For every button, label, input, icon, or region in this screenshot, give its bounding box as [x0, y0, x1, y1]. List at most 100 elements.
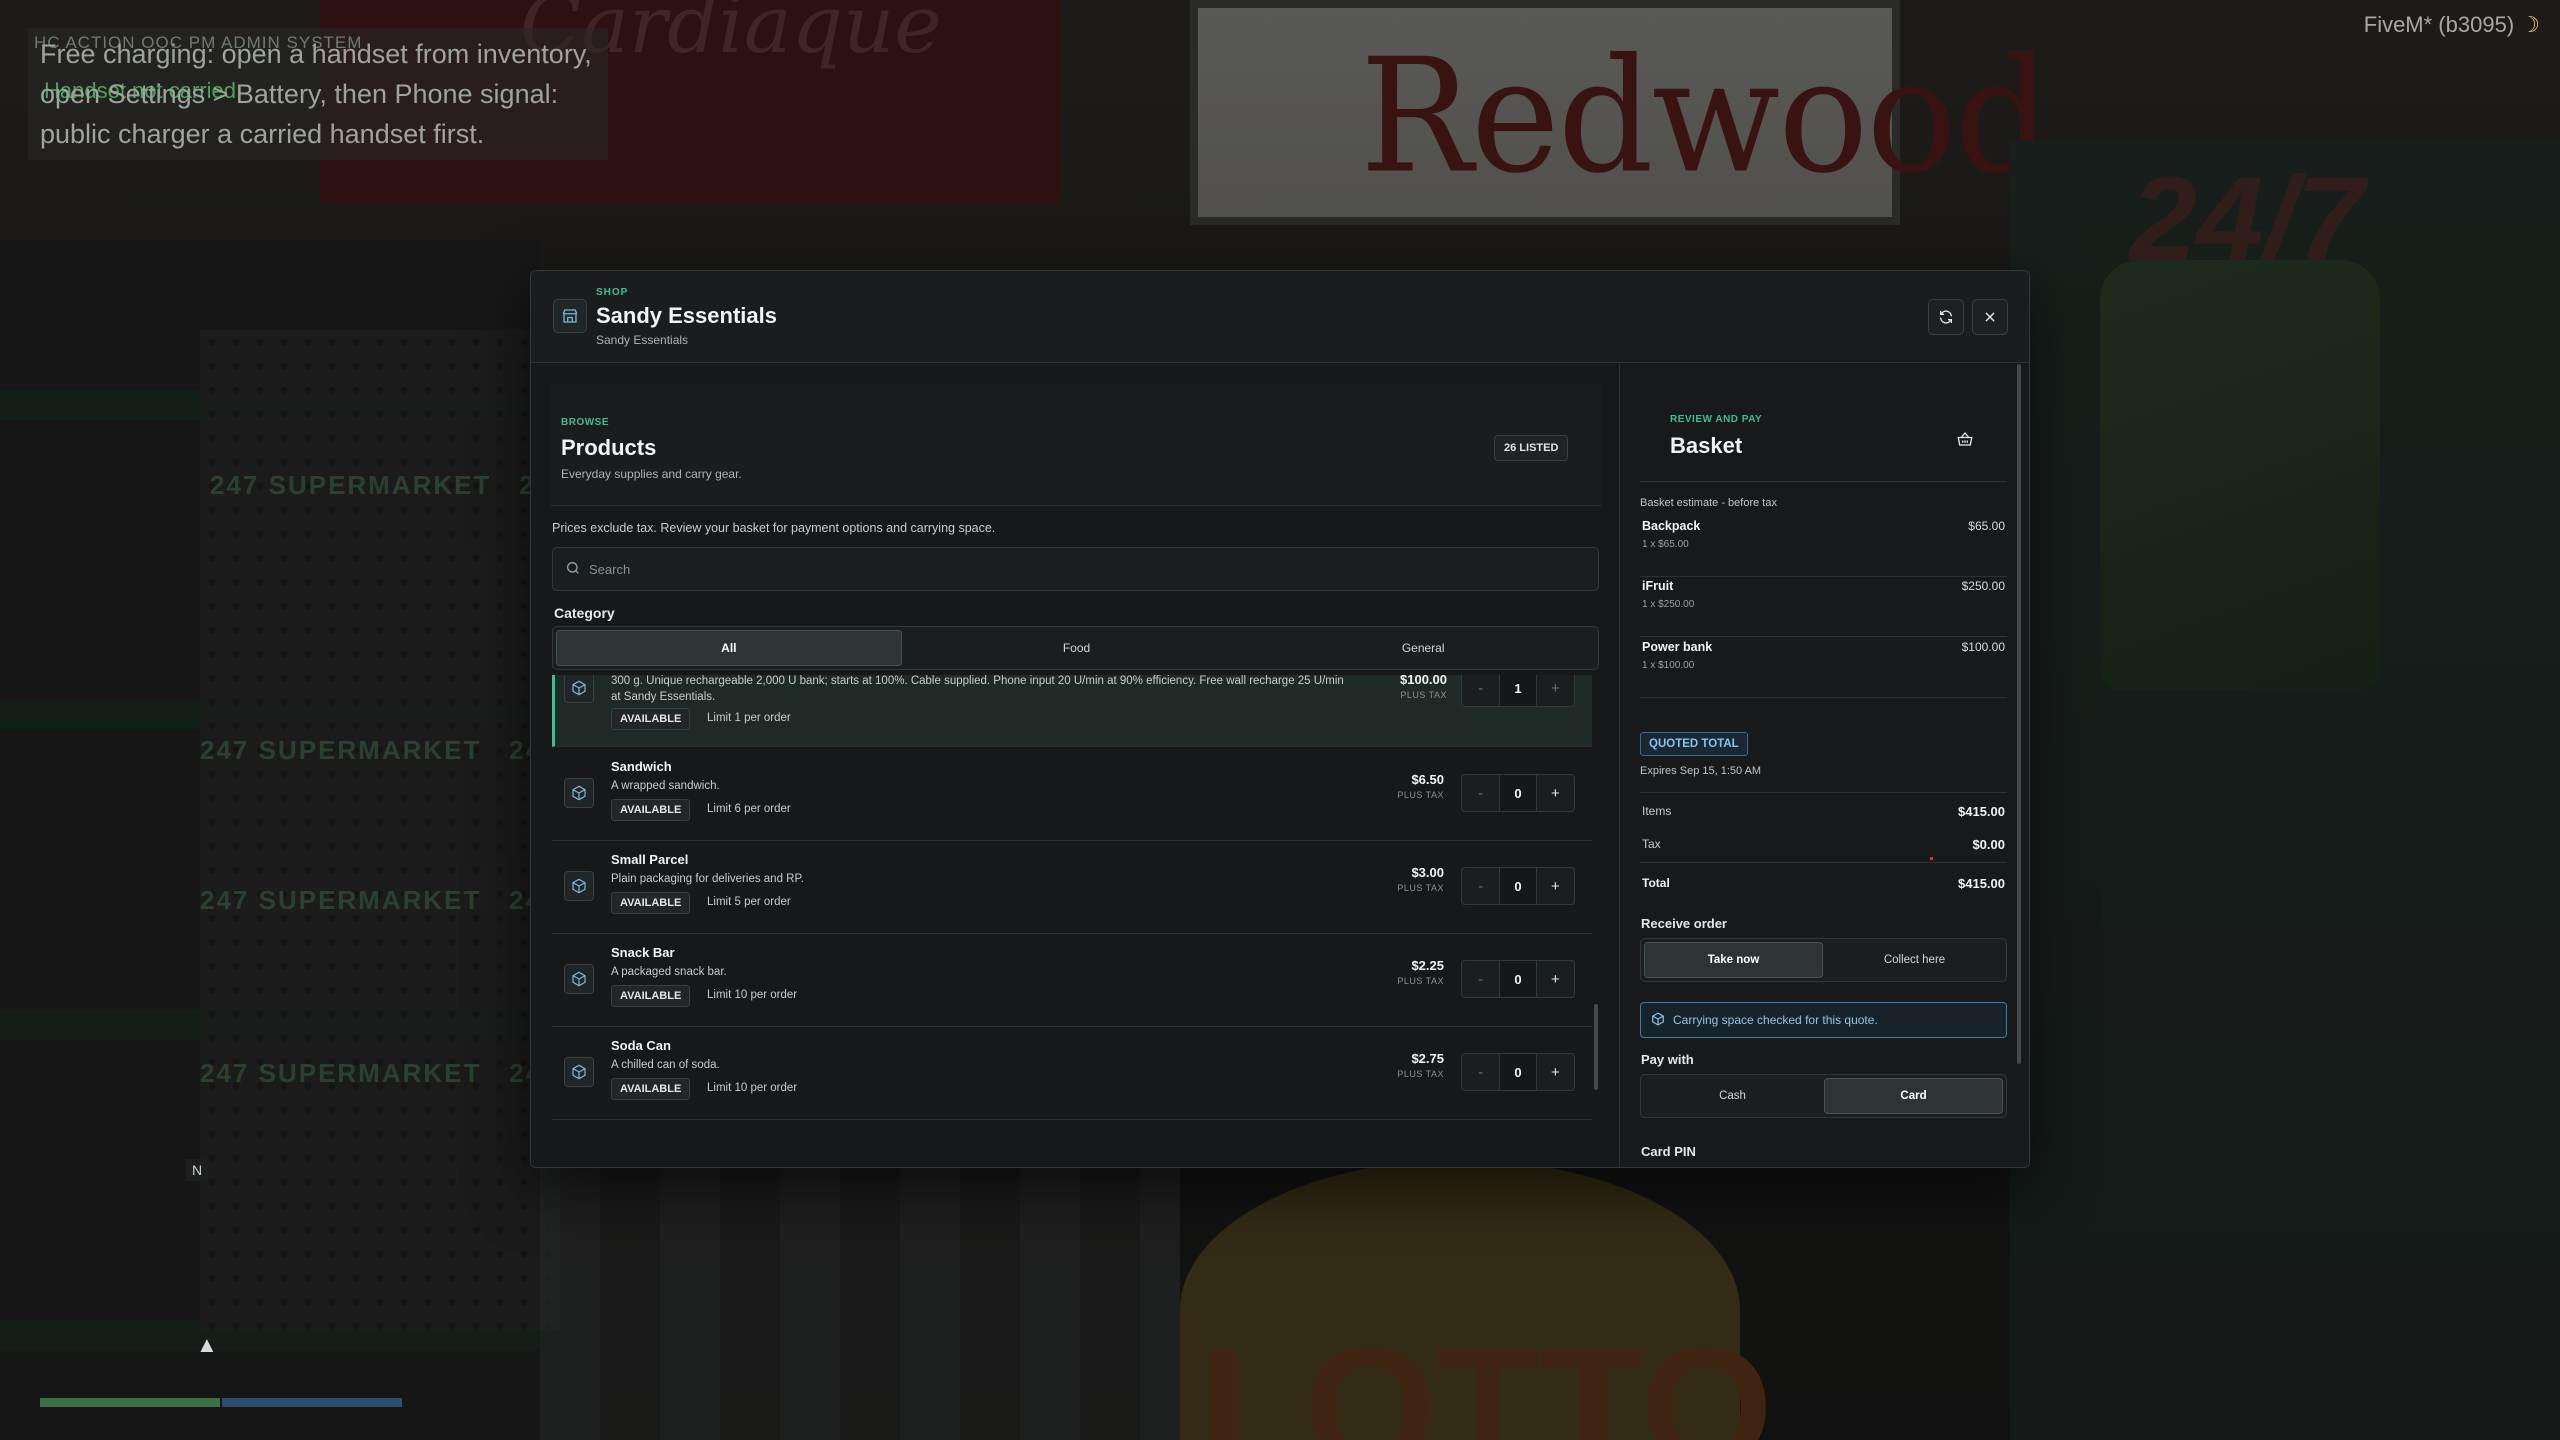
tab-general[interactable]: General: [1251, 630, 1595, 666]
status-badge: AVAILABLE: [611, 985, 691, 1007]
increase-button[interactable]: +: [1537, 675, 1574, 706]
health-bar: [40, 1398, 220, 1407]
search-icon: [567, 562, 579, 574]
product-price: $6.50: [1411, 772, 1444, 787]
search-field[interactable]: [552, 547, 1599, 591]
quantity-value[interactable]: 0: [1499, 1054, 1537, 1090]
quote-expiry: Expires Sep 15, 1:50 AM: [1640, 765, 1762, 777]
product-list-scrollbar[interactable]: [1594, 1004, 1598, 1090]
category-label: Category: [554, 605, 615, 621]
product-row-soda-can[interactable]: Soda Can A chilled can of soda. AVAILABL…: [552, 1027, 1592, 1120]
product-name: Snack Bar: [611, 945, 675, 960]
decrease-button[interactable]: -: [1462, 1054, 1499, 1090]
basket-item-ifruit: iFruit 1 x $250.00 $250.00: [1640, 579, 2007, 637]
products-panel: BROWSE Products Everyday supplies and ca…: [531, 364, 1618, 1167]
moon-icon: ☽: [2520, 12, 2540, 37]
decrease-button[interactable]: -: [1462, 775, 1499, 811]
basket-panel: REVIEW AND PAY Basket Basket estimate - …: [1619, 364, 2029, 1167]
quantity-stepper: - 1 +: [1461, 675, 1575, 707]
product-description: Plain packaging for deliveries and RP.: [611, 873, 804, 885]
basket-item-qty: 1 x $100.00: [1642, 660, 1695, 671]
basket-item-price: $65.00: [1968, 519, 2005, 533]
order-limit: Limit 5 per order: [707, 896, 791, 908]
quantity-value[interactable]: 0: [1499, 961, 1537, 997]
tax-label: PLUS TAX: [1397, 976, 1444, 986]
product-row-small-parcel[interactable]: Small Parcel Plain packaging for deliver…: [552, 841, 1592, 934]
total-label: Total: [1642, 876, 1670, 890]
product-list: 300 g. Unique rechargeable 2,000 U bank;…: [552, 675, 1592, 1145]
items-value: $415.00: [1958, 804, 2005, 819]
product-description: 300 g. Unique rechargeable 2,000 U bank;…: [611, 675, 1344, 703]
quantity-stepper: - 0 +: [1461, 867, 1575, 905]
quantity-stepper: - 0 +: [1461, 1053, 1575, 1091]
tax-label: PLUS TAX: [1397, 883, 1444, 893]
refresh-button[interactable]: [1928, 299, 1964, 335]
box-icon: [564, 871, 594, 901]
browse-kicker: BROWSE: [561, 417, 609, 428]
order-limit: Limit 10 per order: [707, 1082, 798, 1094]
order-limit: Limit 1 per order: [707, 712, 791, 724]
card-option[interactable]: Card: [1824, 1078, 2003, 1114]
collect-here-option[interactable]: Collect here: [1826, 942, 2003, 978]
shop-window: SHOP Sandy Essentials Sandy Essentials B…: [530, 270, 2030, 1168]
shop-header: SHOP Sandy Essentials Sandy Essentials: [531, 271, 2029, 363]
charging-notification: Free charging: open a handset from inven…: [40, 39, 592, 149]
tab-all[interactable]: All: [556, 630, 902, 666]
product-name: Small Parcel: [611, 852, 689, 867]
box-icon: [564, 964, 594, 994]
decrease-button[interactable]: -: [1462, 868, 1499, 904]
status-badge: AVAILABLE: [611, 708, 691, 730]
quantity-stepper: - 0 +: [1461, 960, 1575, 998]
decrease-button[interactable]: -: [1462, 675, 1499, 706]
order-limit: Limit 10 per order: [707, 989, 798, 1001]
minimap-north-marker: N: [186, 1159, 208, 1181]
quantity-value[interactable]: 0: [1499, 775, 1537, 811]
box-icon: [564, 1057, 594, 1087]
status-badge: AVAILABLE: [611, 892, 691, 914]
tax-label: PLUS TAX: [1397, 1069, 1444, 1079]
divider: [1640, 792, 2007, 793]
increase-button[interactable]: +: [1537, 1054, 1574, 1090]
armor-bar: [222, 1398, 402, 1407]
product-price: $2.25: [1411, 958, 1444, 973]
basket-item-name: Power bank: [1642, 640, 1713, 654]
carrying-space-notice: Carrying space checked for this quote.: [1640, 1002, 2007, 1038]
product-price: $100.00: [1400, 675, 1447, 687]
shop-subtitle: Sandy Essentials: [596, 333, 689, 347]
status-badge: AVAILABLE: [611, 799, 691, 821]
player-arrow-icon: ▲: [196, 1332, 218, 1357]
quantity-value[interactable]: 1: [1499, 675, 1537, 706]
basket-kicker: REVIEW AND PAY: [1670, 414, 1763, 425]
receive-order-label: Receive order: [1641, 916, 1727, 931]
product-row-power-bank[interactable]: 300 g. Unique rechargeable 2,000 U bank;…: [552, 675, 1592, 747]
decrease-button[interactable]: -: [1462, 961, 1499, 997]
product-row-snack-bar[interactable]: Snack Bar A packaged snack bar. AVAILABL…: [552, 934, 1592, 1027]
search-input[interactable]: [589, 548, 1579, 590]
divider: [1640, 862, 2007, 863]
cursor-dot: [1930, 857, 1933, 860]
increase-button[interactable]: +: [1537, 868, 1574, 904]
basket-scrollbar[interactable]: [2017, 364, 2021, 1064]
close-icon: [1985, 312, 1995, 322]
product-description: A chilled can of soda.: [611, 1059, 720, 1071]
pay-with-label: Pay with: [1641, 1052, 1694, 1067]
tab-food[interactable]: Food: [905, 630, 1249, 666]
shop-kicker: SHOP: [596, 287, 629, 298]
product-description: A packaged snack bar.: [611, 966, 727, 978]
box-icon: [1652, 1012, 1664, 1026]
basket-item-qty: 1 x $250.00: [1642, 599, 1695, 610]
increase-button[interactable]: +: [1537, 775, 1574, 811]
products-header-card: [551, 384, 1601, 506]
basket-item-qty: 1 x $65.00: [1642, 539, 1689, 550]
quantity-value[interactable]: 0: [1499, 868, 1537, 904]
tax-label: Tax: [1642, 837, 1661, 851]
carrying-space-text: Carrying space checked for this quote.: [1673, 1013, 1878, 1027]
product-description: A wrapped sandwich.: [611, 780, 720, 792]
product-row-sandwich[interactable]: Sandwich A wrapped sandwich. AVAILABLE L…: [552, 748, 1592, 841]
close-button[interactable]: [1972, 299, 2008, 335]
increase-button[interactable]: +: [1537, 961, 1574, 997]
store-icon: [553, 299, 587, 333]
take-now-option[interactable]: Take now: [1644, 942, 1823, 978]
cash-option[interactable]: Cash: [1644, 1078, 1821, 1114]
basket-item-name: iFruit: [1642, 579, 1674, 593]
